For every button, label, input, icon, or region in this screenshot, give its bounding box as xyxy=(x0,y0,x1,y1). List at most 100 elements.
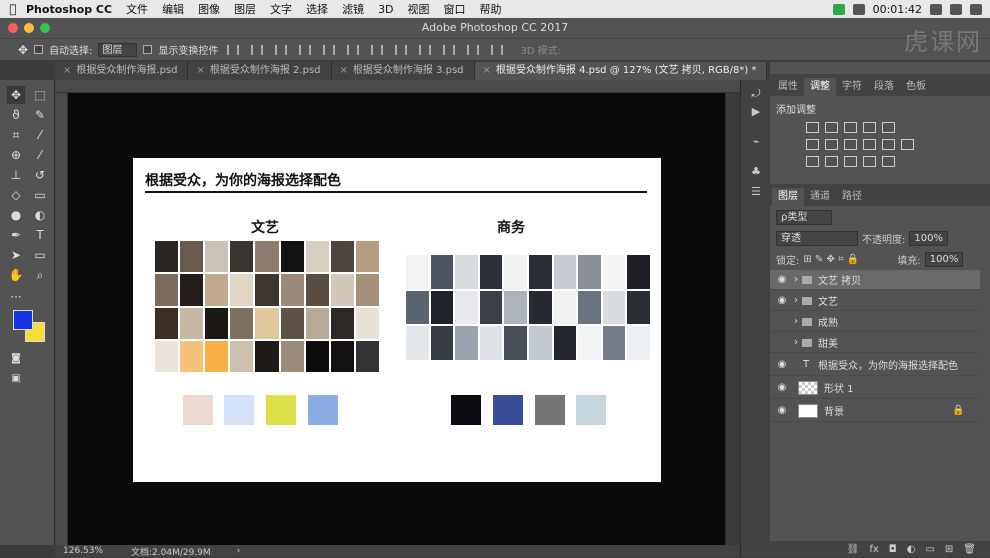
tab-character[interactable]: 字符 xyxy=(836,78,868,96)
more-tools-icon[interactable]: ··· xyxy=(7,288,25,306)
marquee-tool[interactable]: ⬚ xyxy=(31,86,49,104)
layer-row[interactable]: ◉ › 文艺 拷贝 xyxy=(770,270,980,290)
screen-mode-icon[interactable]: ▣ xyxy=(7,370,25,388)
distribute-bottom-icon[interactable] xyxy=(419,44,432,55)
clone-source-icon[interactable]: ♣ xyxy=(748,164,764,180)
properties-icon[interactable]: ☰ xyxy=(748,184,764,200)
tab-doc-1[interactable]: × 根据受众制作海报.psd xyxy=(55,62,189,80)
menu-window[interactable]: 窗口 xyxy=(444,1,466,17)
new-layer-icon[interactable]: ⊞ xyxy=(945,544,953,555)
menu-type[interactable]: 文字 xyxy=(270,1,292,17)
threshold-icon[interactable] xyxy=(844,156,857,167)
tab-properties[interactable]: 属性 xyxy=(772,78,804,96)
menu-3d[interactable]: 3D xyxy=(378,3,393,16)
menu-edit[interactable]: 编辑 xyxy=(162,1,184,17)
auto-select-checkbox[interactable] xyxy=(34,45,44,54)
tab-channels[interactable]: 通道 xyxy=(804,188,836,206)
menu-view[interactable]: 视图 xyxy=(408,1,430,17)
type-tool[interactable]: T xyxy=(31,226,49,244)
layer-filter-dropdown[interactable]: ρ类型 xyxy=(776,210,832,225)
cloud-icon[interactable] xyxy=(852,3,865,15)
menu-filter[interactable]: 滤镜 xyxy=(342,1,364,17)
layer-row[interactable]: ◉ T 根据受众，为你的海报选择配色 xyxy=(770,354,980,376)
distribute-left-icon[interactable] xyxy=(443,44,456,55)
move-tool-icon[interactable]: ✥ xyxy=(18,43,28,57)
dodge-tool[interactable]: ◐ xyxy=(31,206,49,224)
layer-row[interactable]: ◉ 形状 1 xyxy=(770,377,980,399)
brush-panel-icon[interactable]: ⌁ xyxy=(748,134,764,150)
healing-tool[interactable]: ⊕ xyxy=(7,146,25,164)
distribute-top-icon[interactable] xyxy=(371,44,384,55)
tab-layers[interactable]: 图层 xyxy=(772,188,804,206)
menu-list-icon[interactable] xyxy=(970,3,982,15)
fill-input[interactable]: 100% xyxy=(924,252,964,267)
blend-mode-dropdown[interactable]: 穿透 xyxy=(776,231,858,246)
channel-mixer-icon[interactable] xyxy=(882,139,895,150)
levels-icon[interactable] xyxy=(825,122,838,133)
close-tab-icon[interactable]: × xyxy=(196,65,204,76)
eyedropper-tool[interactable]: ⁄ xyxy=(31,126,49,144)
photo-filter-icon[interactable] xyxy=(863,139,876,150)
close-tab-icon[interactable]: × xyxy=(483,65,491,76)
menu-image[interactable]: 图像 xyxy=(198,1,220,17)
adjustment-layer-icon[interactable]: ◐ xyxy=(907,544,916,555)
fx-icon[interactable]: fx xyxy=(869,544,878,555)
tab-paths[interactable]: 路径 xyxy=(836,188,868,206)
tab-doc-4[interactable]: × 根据受众制作海报 4.psd @ 127% (文艺 拷贝, RGB/8*) * xyxy=(474,62,768,80)
eye-icon[interactable]: ◉ xyxy=(770,382,794,393)
vibrance-icon[interactable] xyxy=(882,122,895,133)
pen-tool[interactable]: ✒ xyxy=(7,226,25,244)
layer-row[interactable]: › 成熟 xyxy=(770,312,980,332)
close-tab-icon[interactable]: × xyxy=(63,65,71,76)
eye-icon[interactable]: ◉ xyxy=(770,274,794,285)
hue-saturation-icon[interactable] xyxy=(806,139,819,150)
eye-icon[interactable]: ◉ xyxy=(770,359,794,370)
canvas-scrollbar[interactable] xyxy=(725,93,740,545)
tab-doc-2[interactable]: × 根据受众制作海报 2.psd xyxy=(188,62,332,80)
link-layers-icon[interactable]: ⛓ xyxy=(847,544,860,555)
expand-icon[interactable]: › xyxy=(794,274,798,285)
align-left-icon[interactable] xyxy=(299,44,312,55)
crop-tool[interactable]: ⌗ xyxy=(7,126,25,144)
invert-icon[interactable] xyxy=(806,156,819,167)
distribute-right-icon[interactable] xyxy=(491,44,504,55)
color-balance-icon[interactable] xyxy=(825,139,838,150)
menu-file[interactable]: 文件 xyxy=(126,1,148,17)
new-group-icon[interactable]: ▭ xyxy=(925,544,934,555)
gradient-tool[interactable]: ▭ xyxy=(31,186,49,204)
brush-tool[interactable]: ⁄ xyxy=(31,146,49,164)
layer-row[interactable]: ◉ › 文艺 xyxy=(770,291,980,311)
curves-icon[interactable] xyxy=(844,122,857,133)
hand-tool[interactable]: ✋ xyxy=(7,266,25,284)
record-icon[interactable] xyxy=(832,3,845,15)
menu-layer[interactable]: 图层 xyxy=(234,1,256,17)
tab-doc-3[interactable]: × 根据受众制作海报 3.psd xyxy=(332,62,475,80)
expand-icon[interactable]: › xyxy=(794,295,798,306)
zoom-level[interactable]: 126.53% xyxy=(63,546,131,556)
path-select-tool[interactable]: ➤ xyxy=(7,246,25,264)
eye-icon[interactable]: ◉ xyxy=(770,295,794,306)
status-menu-icon[interactable]: › xyxy=(237,546,241,556)
opacity-input[interactable]: 100% xyxy=(909,231,948,246)
brightness-icon[interactable] xyxy=(806,122,819,133)
black-white-icon[interactable] xyxy=(844,139,857,150)
align-hcenter-icon[interactable] xyxy=(323,44,336,55)
wechat-icon[interactable] xyxy=(930,3,942,15)
align-bottom-icon[interactable] xyxy=(275,44,288,55)
tab-adjustments[interactable]: 调整 xyxy=(804,78,836,96)
actions-panel-icon[interactable]: ▶ xyxy=(748,104,764,120)
show-transform-checkbox[interactable] xyxy=(143,45,153,54)
distribute-hcenter-icon[interactable] xyxy=(467,44,480,55)
align-top-icon[interactable] xyxy=(227,44,240,55)
posterize-icon[interactable] xyxy=(825,156,838,167)
gradient-map-icon[interactable] xyxy=(882,156,895,167)
move-tool[interactable]: ✥ xyxy=(7,86,25,104)
shape-tool[interactable]: ▭ xyxy=(31,246,49,264)
eraser-tool[interactable]: ◇ xyxy=(7,186,25,204)
distribute-vcenter-icon[interactable] xyxy=(395,44,408,55)
history-brush-tool[interactable]: ↺ xyxy=(31,166,49,184)
stamp-tool[interactable]: ⊥ xyxy=(7,166,25,184)
zoom-tool[interactable]: ⌕ xyxy=(31,266,49,284)
expand-icon[interactable]: › xyxy=(794,337,798,348)
expand-icon[interactable]: › xyxy=(794,316,798,327)
